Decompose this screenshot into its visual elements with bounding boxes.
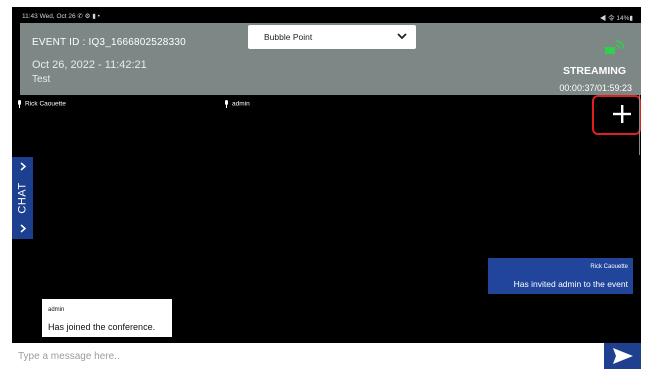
- streaming-signal-icon: [605, 40, 625, 54]
- chat-tab[interactable]: CHAT: [12, 157, 33, 239]
- chat-tab-label: CHAT: [16, 182, 29, 214]
- event-name-label: Test: [32, 74, 51, 85]
- microphone-icon: [225, 100, 228, 108]
- message-text: Has invited admin to the event: [513, 279, 628, 289]
- participant-label: Rick Caouette: [17, 100, 66, 108]
- send-icon: [613, 348, 633, 364]
- stream-timer: 00:00:37/01:59:23: [559, 83, 632, 93]
- microphone-icon: [18, 100, 21, 108]
- status-bar-left: 11:43 Wed, Oct 26 ✆ ⚙ ▮ •: [22, 13, 100, 20]
- add-icon[interactable]: [611, 103, 633, 125]
- participant-name: Rick Caouette: [25, 100, 66, 108]
- message-sender: admin: [48, 307, 65, 313]
- event-date-label: Oct 26, 2022 - 11:42:21: [32, 59, 147, 71]
- status-bar-right: ◀ 令 14%▮: [599, 15, 633, 22]
- chevron-down-icon: [397, 33, 407, 40]
- send-button[interactable]: [604, 343, 641, 369]
- participant-name: admin: [232, 100, 250, 108]
- chevron-right-icon: [20, 162, 27, 171]
- location-dropdown-value: Bubble Point: [264, 32, 313, 42]
- panel-divider: [639, 93, 640, 155]
- chevron-right-icon: [20, 224, 27, 233]
- streaming-status: STREAMING: [563, 65, 626, 77]
- location-dropdown[interactable]: Bubble Point: [248, 25, 416, 49]
- chat-message-system: admin Has joined the conference.: [42, 299, 172, 337]
- event-id-label: EVENT ID : IQ3_1666802528330: [32, 37, 186, 48]
- message-composer: [12, 343, 641, 369]
- status-bar: 11:43 Wed, Oct 26 ✆ ⚙ ▮ • ◀ 令 14%▮: [12, 7, 641, 23]
- chat-message-incoming: Rick Caouette Has invited admin to the e…: [488, 258, 633, 294]
- message-input[interactable]: [18, 347, 598, 365]
- message-text: Has joined the conference.: [48, 322, 156, 332]
- message-sender: Rick Caouette: [590, 264, 628, 270]
- participant-label: admin: [224, 100, 250, 108]
